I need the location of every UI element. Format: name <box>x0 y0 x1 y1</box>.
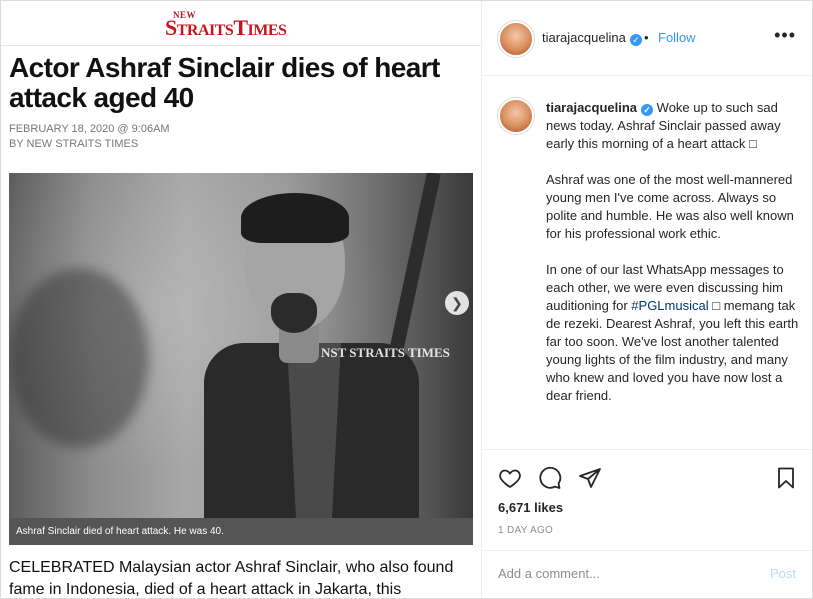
photo-watermark: NST STRAITS TIMES <box>321 345 450 360</box>
verified-badge-icon: ✓ <box>641 104 654 116</box>
comments-area[interactable]: tiarajacquelina ✓ Woke up to such sad new… <box>482 76 812 449</box>
comment-input[interactable] <box>498 566 748 581</box>
caption-paragraph-2: Ashraf was one of the most well-mannered… <box>546 172 794 241</box>
caption-avatar[interactable] <box>498 98 534 134</box>
post-sidebar: tiarajacquelina ✓ • Follow ••• tiarajacqu… <box>482 1 812 598</box>
post-media: NEW STRAITSTIMES Actor Ashraf Sinclair d… <box>1 1 482 598</box>
article-date: FEBRUARY 18, 2020 @ 9:06AM <box>9 123 170 135</box>
chevron-right-icon: ❯ <box>451 294 463 311</box>
next-slide-button[interactable]: ❯ <box>445 291 469 315</box>
article-dateline: FEBRUARY 18, 2020 @ 9:06AM BY NEW STRAIT… <box>9 122 170 152</box>
masthead-logo: STRAITSTIMES <box>165 15 287 40</box>
add-comment-bar: Post <box>482 550 812 599</box>
follow-button[interactable]: Follow <box>658 30 696 45</box>
post-actions: 6,671 likes 1 DAY AGO <box>482 449 812 565</box>
post-timestamp[interactable]: 1 DAY AGO <box>498 525 553 536</box>
person-hair <box>241 193 349 243</box>
post-comment-button[interactable]: Post <box>770 566 796 581</box>
caption-username[interactable]: tiarajacquelina ✓ <box>546 100 654 116</box>
article-byline: BY NEW STRAITS TIMES <box>9 138 139 150</box>
instagram-post: NEW STRAITSTIMES Actor Ashraf Sinclair d… <box>0 0 813 599</box>
share-icon[interactable] <box>578 466 602 495</box>
article-lede: CELEBRATED Malaysian actor Ashraf Sincla… <box>9 559 454 598</box>
more-options-icon[interactable]: ••• <box>774 25 796 46</box>
likes-count[interactable]: 6,671 likes <box>498 500 563 515</box>
comment-icon[interactable] <box>538 466 562 495</box>
wall-shadow <box>9 268 149 448</box>
article-headline: Actor Ashraf Sinclair dies of heart atta… <box>9 52 440 113</box>
photo-caption: Ashraf Sinclair died of heart attack. He… <box>9 518 473 545</box>
caption-paragraph-1: tiarajacquelina ✓ Woke up to such sad new… <box>546 100 781 151</box>
header-username[interactable]: tiarajacquelina ✓ <box>542 30 642 46</box>
post-caption: tiarajacquelina ✓ Woke up to such sad new… <box>546 99 802 423</box>
article-photo: NST STRAITS TIMES <box>9 173 473 518</box>
caption-paragraph-3: In one of our last WhatsApp messages to … <box>546 262 799 403</box>
hashtag-link[interactable]: #PGLmusical <box>631 298 708 313</box>
person-beard <box>271 293 317 333</box>
heart-icon[interactable] <box>498 466 522 495</box>
avatar[interactable] <box>498 21 534 57</box>
post-header: tiarajacquelina ✓ • Follow ••• <box>482 1 812 76</box>
separator-dot: • <box>644 30 649 45</box>
bookmark-icon[interactable] <box>774 466 798 495</box>
newspaper-masthead: NEW STRAITSTIMES <box>1 1 481 46</box>
verified-badge-icon: ✓ <box>629 34 642 46</box>
